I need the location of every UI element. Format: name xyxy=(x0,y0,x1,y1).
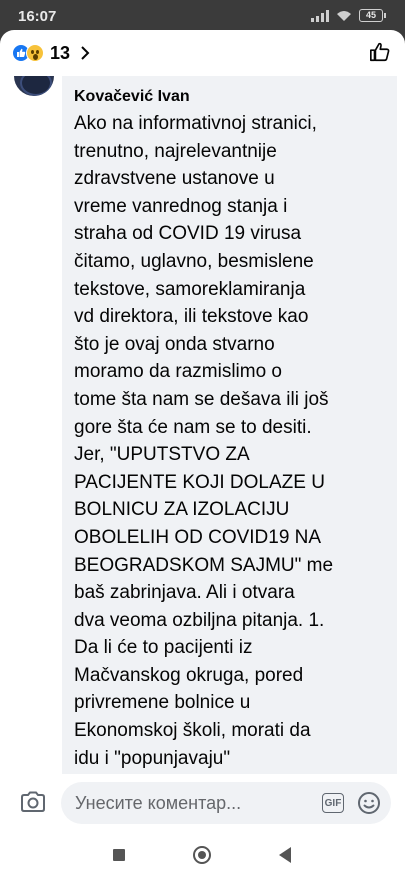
comment-text: Ako na informativnoj stranici, trenutno,… xyxy=(74,113,334,824)
reaction-icons xyxy=(12,44,44,62)
back-nav-icon[interactable] xyxy=(279,847,291,863)
avatar[interactable] xyxy=(14,76,54,96)
comment-bubble: Kovačević Ivan Ako na informativnoj stra… xyxy=(62,76,397,824)
battery-icon: 45 xyxy=(359,9,386,22)
comment-composer: GIF xyxy=(0,774,405,832)
comments-sheet: 13 Kovačević Ivan Ako na informativnoj s… xyxy=(0,30,405,878)
recents-nav-icon[interactable] xyxy=(113,849,125,861)
signal-icon xyxy=(311,9,329,22)
status-bar: 16:07 45 xyxy=(0,0,405,34)
status-time: 16:07 xyxy=(18,8,57,25)
wow-reaction-icon xyxy=(26,44,44,62)
comment-input-box[interactable]: GIF xyxy=(61,782,391,824)
reactions-bar[interactable]: 13 xyxy=(0,30,405,76)
emoji-icon[interactable] xyxy=(357,791,381,815)
comment-author[interactable]: Kovačević Ivan xyxy=(74,82,385,110)
comment-input[interactable] xyxy=(75,792,305,814)
thumbs-up-icon[interactable] xyxy=(369,41,391,63)
wifi-icon xyxy=(337,10,351,21)
home-nav-icon[interactable] xyxy=(193,846,211,864)
camera-icon[interactable] xyxy=(20,790,46,814)
status-icons: 45 xyxy=(311,9,386,22)
system-nav-bar xyxy=(0,832,405,878)
chevron-right-icon[interactable] xyxy=(80,45,90,61)
reaction-count: 13 xyxy=(50,42,71,63)
gif-button[interactable]: GIF xyxy=(322,793,344,813)
